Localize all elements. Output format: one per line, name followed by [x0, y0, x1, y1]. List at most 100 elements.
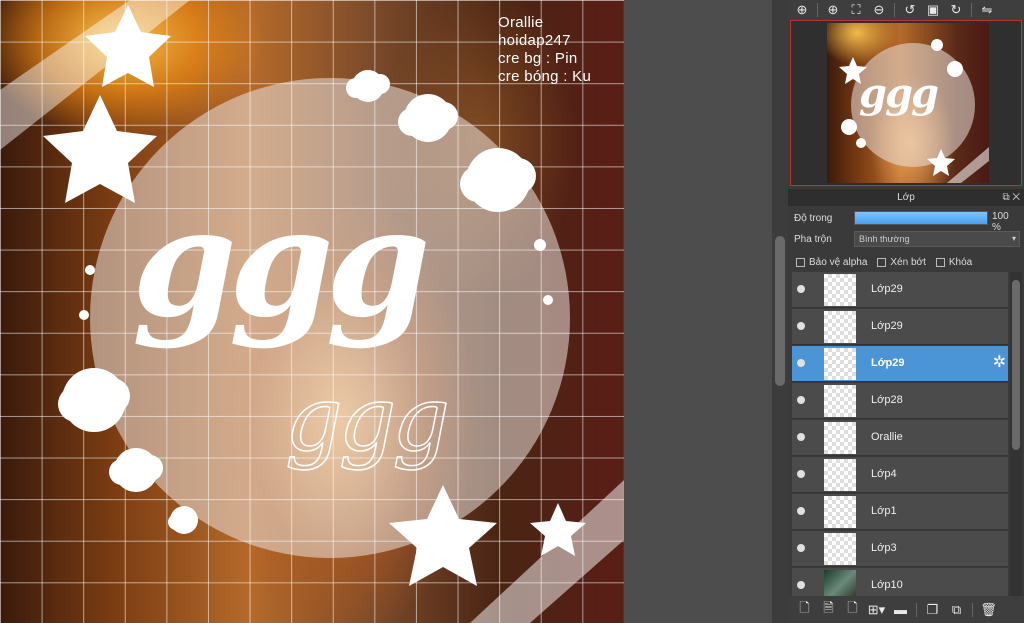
zoom-navigator-icon[interactable]: ⊕ — [792, 1, 812, 19]
credit-line: cre bóng : Ku — [498, 68, 592, 85]
navigator-toolbar: ⊕ ⊕ ⛶ ⊖ ↺ ▣ ↻ ⇋ — [788, 0, 1024, 20]
big-ggg-text: ggg — [132, 175, 426, 351]
navigator-thumbnail-graphics: ggg — [839, 39, 989, 183]
blend-row: Pha trộn Bình thường ▾ — [794, 229, 1020, 249]
checkbox-label: Xén bớt — [890, 256, 926, 268]
toolbar-divider — [916, 602, 917, 617]
layer-list-scrollbar[interactable] — [1010, 272, 1022, 596]
canvas-scrollbar[interactable] — [772, 0, 788, 623]
new-layer-icon[interactable]: 🗋 — [794, 600, 815, 620]
credit-line: hoidap247 — [498, 32, 571, 49]
flip-icon[interactable]: ⇋ — [977, 1, 997, 19]
visibility-eye-icon[interactable] — [797, 581, 805, 589]
opacity-slider[interactable] — [854, 211, 988, 225]
visibility-eye-icon[interactable] — [797, 359, 805, 367]
layer-row[interactable]: Lớp1 — [792, 494, 1008, 530]
zoom-out-icon[interactable]: ⊖ — [869, 1, 889, 19]
layer-name: Lớp29 — [871, 357, 905, 369]
opacity-slider-fill — [855, 212, 987, 224]
delete-layer-icon[interactable]: 🗑 — [978, 600, 999, 620]
add-layer-menu-icon[interactable]: ⊞▾ — [866, 600, 887, 620]
fit-window-icon[interactable]: ⛶ — [846, 1, 866, 19]
layer-thumbnail — [824, 385, 856, 417]
layer-name: Lớp1 — [871, 505, 897, 517]
rotate-left-icon[interactable]: ↺ — [900, 1, 920, 19]
blend-mode-value: Bình thường — [859, 234, 910, 244]
layer-settings-gear-icon[interactable]: ✲ — [993, 355, 1006, 371]
new-layer-8bit-icon[interactable]: 🗎 — [818, 600, 839, 620]
credit-line: Orallie — [498, 14, 544, 31]
checkbox-box[interactable] — [796, 257, 805, 267]
new-layer-1bit-icon[interactable]: 🗋 — [842, 600, 863, 620]
undock-icon[interactable]: ⧉ — [1002, 192, 1009, 203]
toolbar-divider — [972, 602, 973, 617]
outline-ggg-text: ggg — [285, 367, 446, 472]
layer-row[interactable]: Lớp4 — [792, 457, 1008, 493]
visibility-eye-icon[interactable] — [797, 433, 805, 441]
visibility-eye-icon[interactable] — [797, 470, 805, 478]
toolbar-divider — [971, 3, 972, 17]
duplicate-layer-icon[interactable]: ❐ — [922, 600, 943, 620]
credit-line: cre bg : Pin — [498, 50, 578, 67]
layer-panel-header: Lớp ⧉ ✕ — [788, 189, 1024, 206]
layer-row[interactable]: Lớp29 — [792, 309, 1008, 345]
layer-thumbnail — [824, 311, 856, 343]
canvas-area[interactable]: ggg ggg Orallie hoidap247 cre bg : Pin c… — [0, 0, 772, 623]
layer-options-row: Bảo vệ alpha Xén bớt Khóa — [796, 254, 1022, 270]
artwork-canvas[interactable]: ggg ggg Orallie hoidap247 cre bg : Pin c… — [0, 0, 624, 623]
opacity-label: Độ trong — [794, 212, 833, 224]
right-panel: ⊕ ⊕ ⛶ ⊖ ↺ ▣ ↻ ⇋ ggg Lớp ⧉ ✕ Độ trong 100… — [788, 0, 1024, 623]
layer-thumbnail — [824, 274, 856, 306]
layer-row[interactable]: Lớp29 — [792, 272, 1008, 308]
checkbox-box[interactable] — [935, 257, 945, 267]
new-folder-icon[interactable]: ▬ — [890, 600, 911, 620]
blend-mode-select[interactable]: Bình thường ▾ — [854, 231, 1020, 247]
toolbar-divider — [817, 3, 818, 17]
navigator-preview[interactable]: ggg — [790, 20, 1022, 186]
close-icon[interactable]: ✕ — [1012, 192, 1020, 203]
layer-name: Lớp3 — [871, 542, 897, 554]
layer-thumbnail — [824, 459, 856, 491]
layer-name: Lớp10 — [871, 579, 903, 591]
layer-thumbnail — [824, 348, 856, 380]
merge-layer-icon[interactable]: ⧉ — [946, 600, 967, 620]
protect-alpha-checkbox[interactable]: Bảo vệ alpha — [796, 257, 867, 268]
visibility-eye-icon[interactable] — [797, 285, 805, 293]
checkbox-box[interactable] — [877, 257, 887, 267]
rotate-right-icon[interactable]: ↻ — [946, 1, 966, 19]
visibility-eye-icon[interactable] — [797, 544, 805, 552]
layer-row[interactable]: Lớp29 ✲ — [792, 346, 1008, 382]
layer-name: Orallie — [871, 431, 903, 443]
credits-text: Orallie hoidap247 cre bg : Pin cre bóng … — [498, 14, 591, 86]
layer-name: Lớp4 — [871, 468, 897, 480]
visibility-eye-icon[interactable] — [797, 396, 805, 404]
visibility-eye-icon[interactable] — [797, 507, 805, 515]
opacity-row: Độ trong 100 % — [794, 208, 1020, 233]
layer-name: Lớp29 — [871, 320, 903, 332]
blend-label: Pha trộn — [794, 233, 832, 245]
zoom-in-icon[interactable]: ⊕ — [823, 1, 843, 19]
layer-row[interactable]: Lớp3 — [792, 531, 1008, 567]
thumbnail-ggg-text: ggg — [859, 70, 938, 117]
clipping-checkbox[interactable]: Xén bớt — [877, 256, 926, 268]
layer-panel-title: Lớp — [897, 192, 915, 203]
layer-thumbnail — [824, 422, 856, 454]
actual-size-icon[interactable]: ▣ — [923, 1, 943, 19]
layer-row[interactable]: Orallie — [792, 420, 1008, 456]
layer-row[interactable]: Lớp10 — [792, 568, 1008, 596]
canvas-scrollbar-thumb[interactable] — [775, 236, 785, 386]
layer-thumbnail — [824, 570, 856, 596]
toolbar-divider — [894, 3, 895, 17]
artwork-graphics: ggg ggg — [0, 0, 624, 623]
layer-name: Lớp28 — [871, 394, 903, 406]
lock-checkbox[interactable]: Khóa — [935, 256, 973, 268]
layer-list[interactable]: Lớp29 Lớp29 Lớp29 ✲ Lớp28 Orallie Lớp4 Lớp1 Lớp3… — [792, 272, 1008, 596]
visibility-eye-icon[interactable] — [797, 322, 805, 330]
layer-toolbar: 🗋 🗎 🗋 ⊞▾ ▬ ❐ ⧉ 🗑 — [788, 596, 1024, 623]
navigator-thumbnail[interactable]: ggg — [827, 23, 989, 183]
layer-thumbnail — [824, 533, 856, 565]
layer-row[interactable]: Lớp28 — [792, 383, 1008, 419]
checkbox-label: Bảo vệ alpha — [809, 256, 868, 268]
layer-list-scrollbar-thumb[interactable] — [1012, 280, 1020, 450]
checkbox-label: Khóa — [948, 256, 973, 268]
